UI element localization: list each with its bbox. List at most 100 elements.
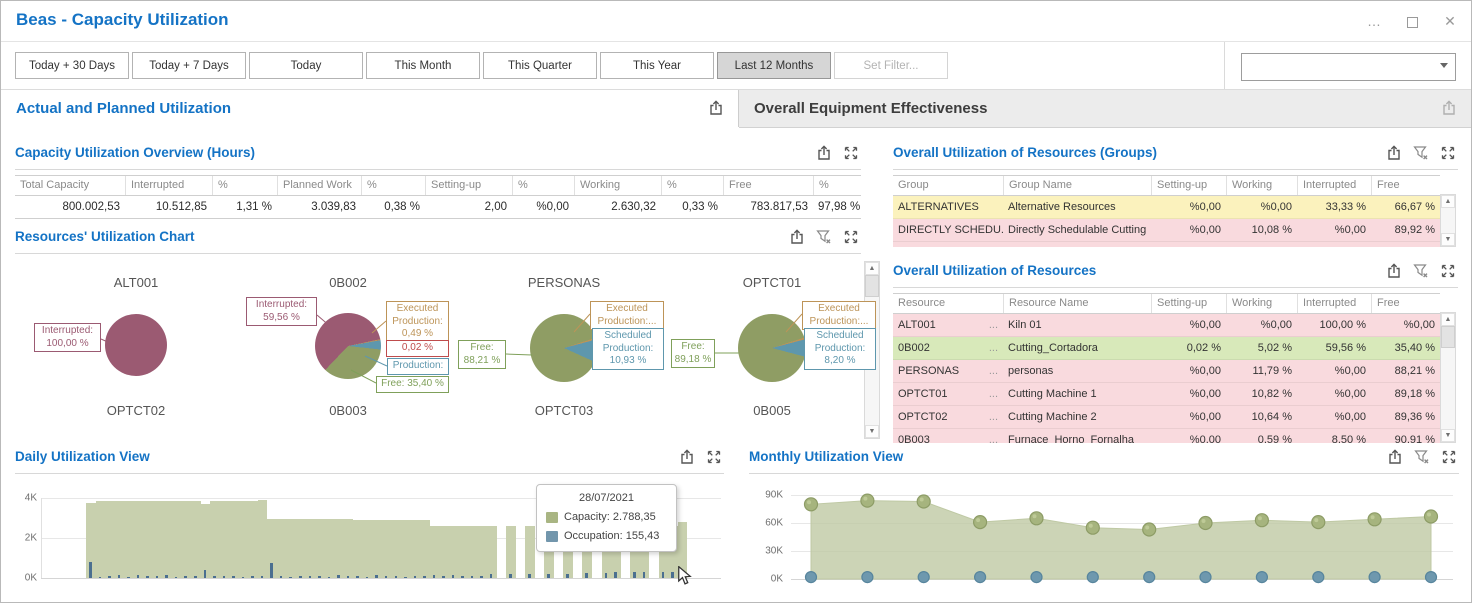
ellipsis-button[interactable]: ... [989,360,998,382]
daily-bar[interactable] [220,475,230,578]
daily-bar[interactable] [363,475,373,578]
daily-bar[interactable] [277,475,287,578]
daily-bar[interactable] [248,475,258,578]
daily-bar[interactable] [401,475,411,578]
more-options-button[interactable]: … [1363,1,1385,41]
daily-bar[interactable] [372,475,382,578]
table-row[interactable]: 0BDEMO%0,001,08 %0,00 %97,92 % [893,242,1440,247]
export-icon[interactable] [1386,145,1402,161]
daily-bar[interactable] [306,475,316,578]
scroll-down-button[interactable]: ▼ [1441,233,1455,246]
column-header[interactable]: % [661,176,723,195]
export-icon[interactable] [679,449,695,465]
scroll-thumb[interactable] [865,275,879,297]
toolbar-button-set-filter-[interactable]: Set Filter... [834,52,948,79]
ellipsis-button[interactable]: ... [989,429,998,443]
table-row[interactable]: ALTERNATIVESAlternative Resources%0,00%0… [893,196,1440,219]
column-header[interactable]: Setting-up [1151,294,1226,313]
table-row[interactable]: ALT001...Kiln 01%0,00%0,00100,00 %%0,00 [893,314,1440,337]
toolbar-button-today[interactable]: Today [249,52,363,79]
column-header[interactable]: % [813,176,861,195]
daily-bar[interactable] [201,475,211,578]
daily-bar[interactable] [468,475,478,578]
daily-bar[interactable] [392,475,402,578]
resources-table-scrollbar[interactable]: ▲▼ [1440,312,1456,443]
daily-bar[interactable] [325,475,335,578]
tab-actual-and-planned-utilization[interactable]: Actual and Planned Utilization [1,90,739,127]
table-row[interactable]: 0B002...Cutting_Cortadora0,02 %5,02 %59,… [893,337,1440,360]
table-row[interactable]: 0B003...Furnace_Horno_Fornalha%0,000,59 … [893,429,1440,443]
scroll-down-button[interactable]: ▼ [1441,429,1455,442]
column-header[interactable]: Free [1371,176,1440,195]
daily-bar[interactable] [334,475,344,578]
column-header[interactable]: Interrupted [1297,294,1371,313]
monthly-utilization-chart[interactable]: 90K60K30K0K [749,475,1459,597]
export-icon[interactable] [708,100,724,116]
daily-bar[interactable] [181,475,191,578]
ellipsis-button[interactable]: ... [989,337,998,359]
clear-filter-icon[interactable] [1413,145,1429,161]
filter-dropdown[interactable] [1241,53,1456,81]
daily-bar[interactable] [458,475,468,578]
expand-icon[interactable] [843,229,859,245]
daily-bar[interactable] [296,475,306,578]
column-header[interactable]: Free [1371,294,1440,313]
daily-bar[interactable] [430,475,440,578]
toolbar-button-this-quarter[interactable]: This Quarter [483,52,597,79]
maximize-button[interactable] [1401,1,1423,41]
column-header[interactable]: Working [1226,176,1297,195]
daily-bar[interactable] [525,475,535,578]
column-header[interactable]: Interrupted [125,176,212,195]
column-header[interactable]: Free [723,176,813,195]
column-header[interactable]: Group Name [1003,176,1151,195]
daily-bar[interactable] [210,475,220,578]
export-icon[interactable] [1441,100,1457,116]
daily-bar[interactable] [105,475,115,578]
tab-overall-equipment-effectiveness[interactable]: Overall Equipment Effectiveness [739,90,1471,128]
expand-icon[interactable] [1440,263,1456,279]
toolbar-button-today-7-days[interactable]: Today + 7 Days [132,52,246,79]
ellipsis-button[interactable]: ... [989,383,998,405]
daily-bar[interactable] [353,475,363,578]
column-header[interactable]: Total Capacity [15,176,125,195]
daily-bar[interactable] [191,475,201,578]
toolbar-button-last-12-months[interactable]: Last 12 Months [717,52,831,79]
table-row[interactable]: OPTCT02...Cutting Machine 2%0,0010,64 %%… [893,406,1440,429]
clear-filter-icon[interactable] [1414,449,1430,465]
column-header[interactable]: Working [1226,294,1297,313]
daily-bar[interactable] [239,475,249,578]
daily-bar[interactable] [143,475,153,578]
ellipsis-button[interactable]: ... [989,314,998,336]
column-header[interactable]: Planned Work [277,176,361,195]
scroll-up-button[interactable]: ▲ [865,262,879,275]
column-header[interactable]: % [212,176,277,195]
daily-bar[interactable] [172,475,182,578]
table-row[interactable]: OPTCT01...Cutting Machine 1%0,0010,82 %%… [893,383,1440,406]
daily-bar[interactable] [449,475,459,578]
close-button[interactable]: ✕ [1439,1,1461,41]
daily-bar[interactable] [516,475,526,578]
clear-filter-icon[interactable] [1413,263,1429,279]
daily-bar[interactable] [86,475,96,578]
daily-bar[interactable] [487,475,497,578]
daily-bar[interactable] [153,475,163,578]
clear-filter-icon[interactable] [816,229,832,245]
expand-icon[interactable] [1440,145,1456,161]
daily-bar[interactable] [678,475,688,578]
daily-bar[interactable] [344,475,354,578]
daily-bar[interactable] [134,475,144,578]
daily-bar[interactable] [267,475,277,578]
daily-bar[interactable] [162,475,172,578]
column-header[interactable]: Resource Name [1003,294,1151,313]
table-row[interactable]: PERSONAS...personas%0,0011,79 %%0,0088,2… [893,360,1440,383]
resources-pie-chart[interactable]: ALT001OPTCT02Interrupted:100,00 %0B0020B… [15,259,861,441]
daily-bar[interactable] [315,475,325,578]
daily-bar[interactable] [124,475,134,578]
column-header[interactable]: Working [574,176,661,195]
expand-icon[interactable] [1441,449,1457,465]
daily-bar[interactable] [258,475,268,578]
expand-icon[interactable] [706,449,722,465]
column-header[interactable]: % [512,176,574,195]
column-header[interactable]: % [361,176,425,195]
expand-icon[interactable] [843,145,859,161]
